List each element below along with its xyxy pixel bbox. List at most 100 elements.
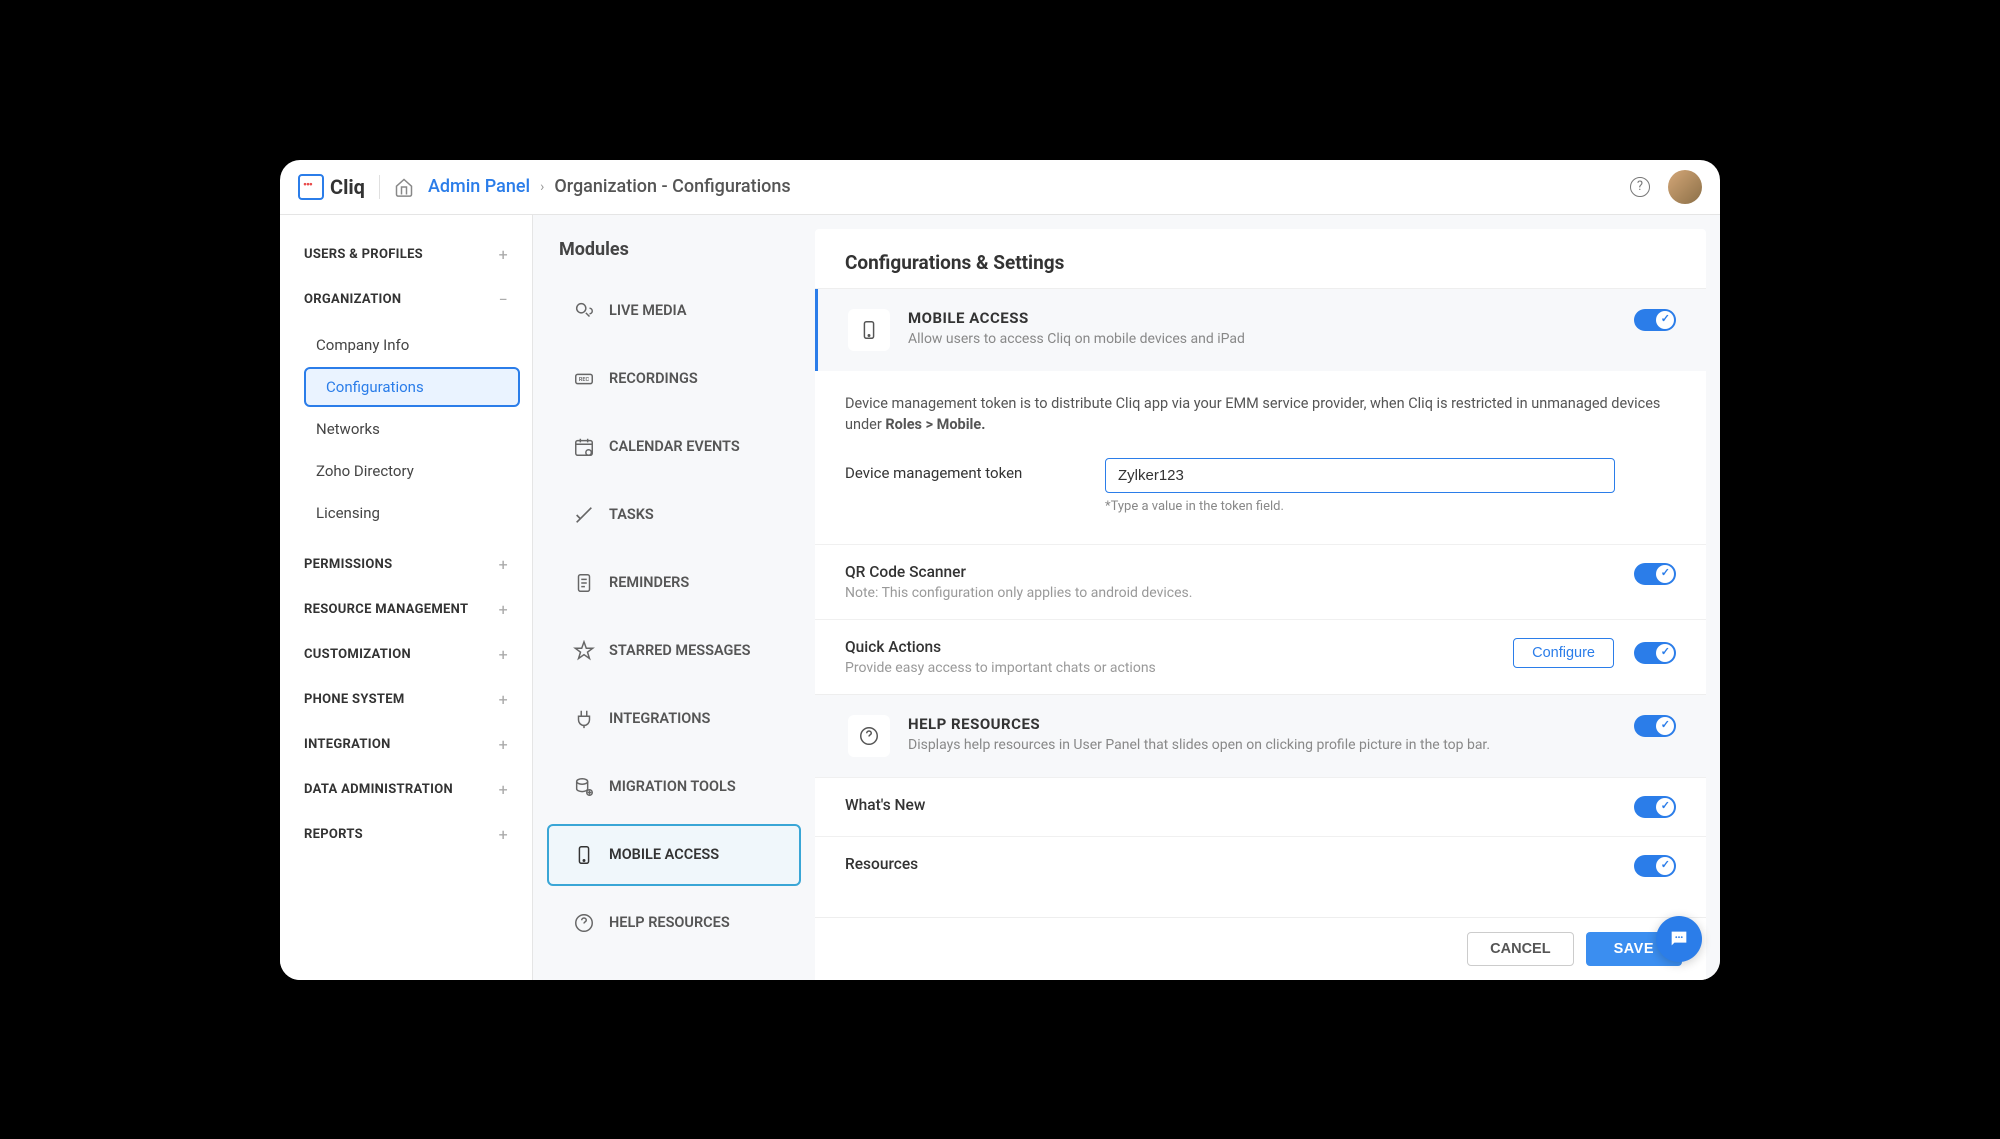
nav-company-info[interactable]: Company Info bbox=[280, 325, 532, 365]
module-live-media[interactable]: LIVE MEDIA bbox=[547, 280, 801, 342]
token-label: Device management token bbox=[845, 458, 1065, 482]
plus-icon: + bbox=[499, 555, 508, 574]
breadcrumb-admin[interactable]: Admin Panel bbox=[428, 176, 530, 197]
form-row-token: Device management token *Type a value in… bbox=[845, 458, 1676, 514]
module-recordings[interactable]: REC RECORDINGS bbox=[547, 348, 801, 410]
topbar: Cliq Admin Panel › Organization - Config… bbox=[280, 160, 1720, 215]
nav-configurations[interactable]: Configurations bbox=[304, 367, 520, 407]
module-migration[interactable]: MIGRATION TOOLS bbox=[547, 756, 801, 818]
nav-reports[interactable]: REPORTS+ bbox=[280, 815, 532, 854]
quick-title: Quick Actions bbox=[845, 638, 1513, 656]
cancel-button[interactable]: CANCEL bbox=[1467, 932, 1573, 966]
section-head-mobile: MOBILE ACCESS Allow users to access Cliq… bbox=[815, 289, 1706, 371]
sub-row-whatsnew: What's New bbox=[815, 777, 1706, 836]
toggle-qr-scanner[interactable] bbox=[1634, 563, 1676, 585]
module-reminders[interactable]: REMINDERS bbox=[547, 552, 801, 614]
minus-icon: − bbox=[499, 290, 508, 309]
section-desc-mobile: Allow users to access Cliq on mobile dev… bbox=[908, 331, 1616, 347]
qr-title: QR Code Scanner bbox=[845, 563, 1634, 581]
nav-zoho-directory[interactable]: Zoho Directory bbox=[280, 451, 532, 491]
configure-button[interactable]: Configure bbox=[1513, 638, 1614, 668]
sub-row-qr: QR Code Scanner Note: This configuration… bbox=[815, 544, 1706, 619]
app-name: Cliq bbox=[330, 175, 365, 199]
section-title-mobile: MOBILE ACCESS bbox=[908, 309, 1616, 327]
help-section-icon bbox=[848, 715, 890, 757]
module-calendar[interactable]: CALENDAR EVENTS bbox=[547, 416, 801, 478]
reminders-icon bbox=[573, 572, 595, 594]
sub-row-resources: Resources bbox=[815, 836, 1706, 895]
nav-users-profiles[interactable]: USERS & PROFILES + bbox=[280, 235, 532, 274]
help-icon[interactable]: ? bbox=[1630, 177, 1650, 197]
content-body: MOBILE ACCESS Allow users to access Cliq… bbox=[815, 288, 1706, 917]
modules-panel: Modules LIVE MEDIA REC RECORDINGS CALEND… bbox=[533, 215, 815, 980]
quick-desc: Provide easy access to important chats o… bbox=[845, 660, 1513, 676]
nav-networks[interactable]: Networks bbox=[280, 409, 532, 449]
recordings-icon: REC bbox=[573, 368, 595, 390]
nav-licensing[interactable]: Licensing bbox=[280, 493, 532, 533]
token-input[interactable] bbox=[1105, 458, 1615, 493]
plus-icon: + bbox=[499, 690, 508, 709]
migration-icon bbox=[573, 776, 595, 798]
cliq-logo-icon bbox=[298, 174, 324, 200]
toggle-help-resources[interactable] bbox=[1634, 715, 1676, 737]
module-mobile-access[interactable]: MOBILE ACCESS bbox=[547, 824, 801, 886]
section-desc-help: Displays help resources in User Panel th… bbox=[908, 737, 1616, 753]
sub-row-quick: Quick Actions Provide easy access to imp… bbox=[815, 619, 1706, 694]
star-icon bbox=[573, 640, 595, 662]
app-frame: Cliq Admin Panel › Organization - Config… bbox=[280, 160, 1720, 980]
divider bbox=[379, 175, 380, 199]
plus-icon: + bbox=[499, 245, 508, 264]
user-avatar[interactable] bbox=[1668, 170, 1702, 204]
plus-icon: + bbox=[499, 825, 508, 844]
plus-icon: + bbox=[499, 645, 508, 664]
content-title: Configurations & Settings bbox=[815, 229, 1706, 288]
chat-fab[interactable] bbox=[1656, 916, 1702, 962]
nav-phone-system[interactable]: PHONE SYSTEM+ bbox=[280, 680, 532, 719]
mobile-icon bbox=[573, 844, 595, 866]
toggle-mobile-access[interactable] bbox=[1634, 309, 1676, 331]
toggle-resources[interactable] bbox=[1634, 855, 1676, 877]
mobile-body-text: Device management token is to distribute… bbox=[845, 393, 1676, 437]
topbar-right: ? bbox=[1630, 170, 1702, 204]
calendar-icon bbox=[573, 436, 595, 458]
nav-organization[interactable]: ORGANIZATION − bbox=[280, 280, 532, 319]
sidebar-left: USERS & PROFILES + ORGANIZATION − Compan… bbox=[280, 215, 533, 980]
plus-icon: + bbox=[499, 735, 508, 754]
plus-icon: + bbox=[499, 780, 508, 799]
nav-integration[interactable]: INTEGRATION+ bbox=[280, 725, 532, 764]
section-title-help: HELP RESOURCES bbox=[908, 715, 1616, 733]
nav-resource-mgmt[interactable]: RESOURCE MANAGEMENT+ bbox=[280, 590, 532, 629]
module-profile-settings[interactable]: PROFILE & SETTINGS bbox=[547, 960, 801, 980]
mobile-section-icon bbox=[848, 309, 890, 351]
breadcrumb-current: Organization - Configurations bbox=[554, 176, 790, 197]
chat-icon bbox=[1668, 928, 1690, 950]
resources-title: Resources bbox=[845, 855, 1634, 873]
breadcrumb-sep: › bbox=[540, 179, 544, 195]
whatsnew-title: What's New bbox=[845, 796, 1634, 814]
nav-permissions[interactable]: PERMISSIONS+ bbox=[280, 545, 532, 584]
nav-customization[interactable]: CUSTOMIZATION+ bbox=[280, 635, 532, 674]
content-panel: Configurations & Settings MOBILE ACCESS … bbox=[815, 229, 1706, 980]
live-media-icon bbox=[573, 300, 595, 322]
tasks-icon bbox=[573, 504, 595, 526]
integrations-icon bbox=[573, 708, 595, 730]
breadcrumb: Admin Panel › Organization - Configurati… bbox=[428, 176, 791, 197]
help-icon bbox=[573, 912, 595, 934]
nav-data-admin[interactable]: DATA ADMINISTRATION+ bbox=[280, 770, 532, 809]
section-help-resources: HELP RESOURCES Displays help resources i… bbox=[815, 694, 1706, 895]
token-hint: *Type a value in the token field. bbox=[1105, 499, 1676, 514]
module-integrations[interactable]: INTEGRATIONS bbox=[547, 688, 801, 750]
svg-text:REC: REC bbox=[579, 376, 590, 382]
plus-icon: + bbox=[499, 600, 508, 619]
module-help-resources[interactable]: HELP RESOURCES bbox=[547, 892, 801, 954]
main: USERS & PROFILES + ORGANIZATION − Compan… bbox=[280, 215, 1720, 980]
module-tasks[interactable]: TASKS bbox=[547, 484, 801, 546]
toggle-whats-new[interactable] bbox=[1634, 796, 1676, 818]
footer: CANCEL SAVE bbox=[815, 917, 1706, 980]
section-mobile-access: MOBILE ACCESS Allow users to access Cliq… bbox=[815, 288, 1706, 695]
modules-title: Modules bbox=[533, 215, 815, 274]
app-logo[interactable]: Cliq bbox=[298, 174, 365, 200]
toggle-quick-actions[interactable] bbox=[1634, 642, 1676, 664]
module-starred[interactable]: STARRED MESSAGES bbox=[547, 620, 801, 682]
home-icon[interactable] bbox=[394, 177, 414, 197]
